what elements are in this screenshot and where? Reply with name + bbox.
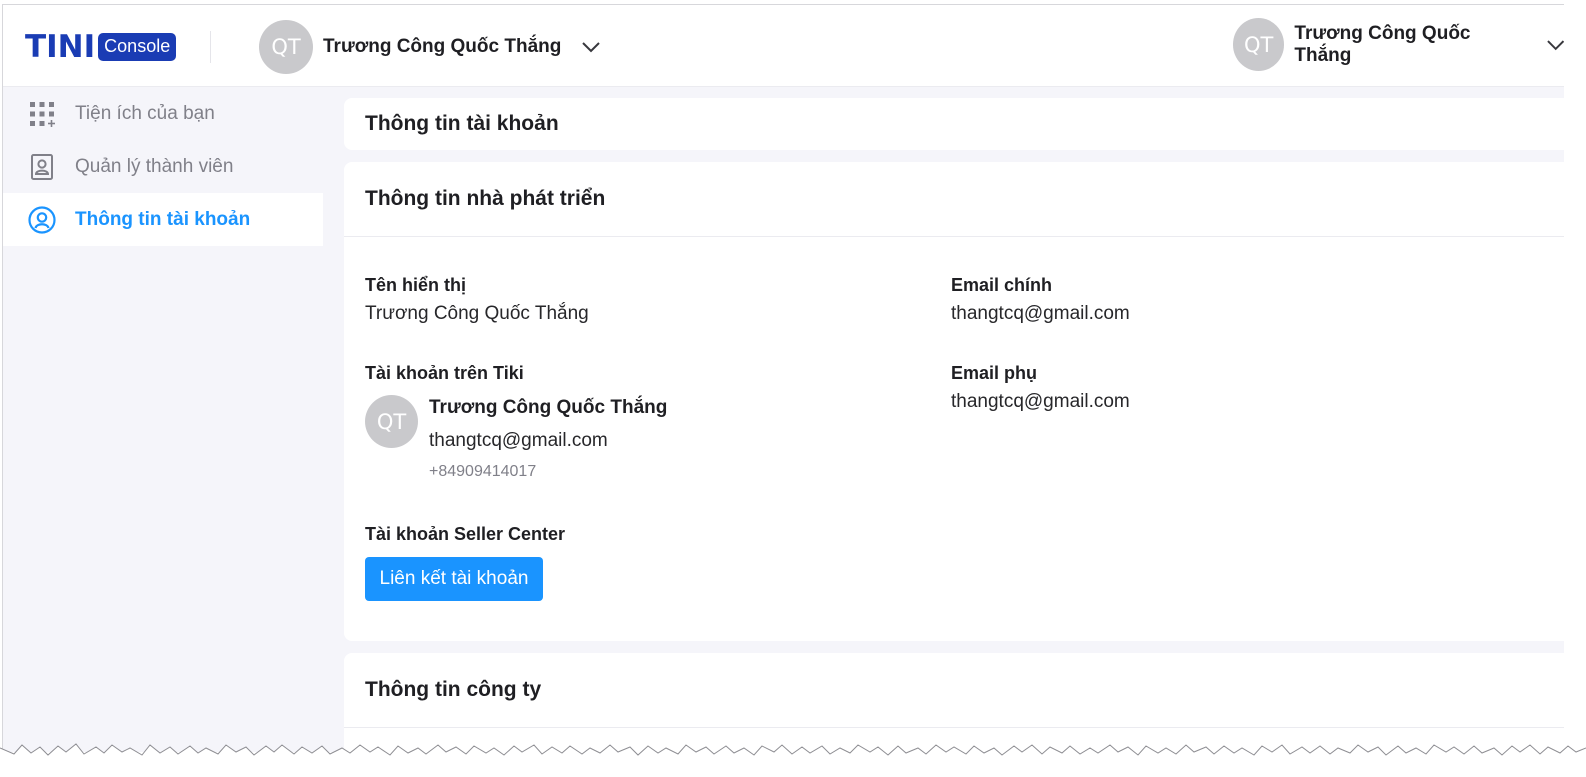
sidebar-item-account-info[interactable]: Thông tin tài khoản (3, 193, 323, 246)
sidebar-item-members[interactable]: Quản lý thành viên (3, 140, 323, 193)
section-divider (344, 727, 1564, 728)
display-name-label: Tên hiển thị (365, 275, 466, 295)
sidebar-item-label: Quản lý thành viên (75, 155, 234, 177)
organization-switcher[interactable]: QT Trương Công Quốc Thắng (259, 20, 601, 74)
torn-edge (0, 743, 1586, 777)
header-divider (210, 31, 211, 63)
chevron-down-icon (1546, 39, 1564, 50)
seller-center-label: Tài khoản Seller Center (365, 524, 566, 544)
logo-tini-text: TINI (25, 29, 96, 65)
developer-info-card: Thông tin nhà phát triển Tên hiển thị Tr… (344, 162, 1564, 641)
org-avatar: QT (259, 20, 313, 74)
chevron-down-icon (582, 42, 601, 53)
org-name: Trương Công Quốc Thắng (323, 36, 562, 57)
primary-email-label: Email chính (951, 275, 1053, 295)
display-name-value: Trương Công Quốc Thắng (365, 303, 589, 324)
link-account-button[interactable]: Liên kết tài khoản (365, 557, 543, 601)
member-badge-icon (27, 152, 57, 182)
secondary-email-label: Email phụ (951, 363, 1038, 383)
tiki-account-label: Tài khoản trên Tiki (365, 363, 524, 383)
sidebar-item-utilities[interactable]: Tiện ích của bạn (3, 87, 323, 140)
tiki-account-phone: +84909414017 (429, 463, 537, 480)
tiki-account-email: thangtcq@gmail.com (429, 430, 608, 451)
sidebar-item-label: Thông tin tài khoản (75, 208, 251, 230)
grid-apps-icon (27, 99, 57, 129)
app-window: TINI Console QT Trương Công Quốc Thắng Q… (2, 4, 1564, 752)
tini-console-logo[interactable]: TINI Console (25, 29, 177, 65)
user-menu[interactable]: QT Trương Công Quốc Thắng (1233, 18, 1564, 71)
section-divider (344, 236, 1564, 237)
account-circle-icon (27, 205, 57, 235)
sidebar-item-label: Tiện ích của bạn (75, 102, 215, 124)
tiki-account-name: Trương Công Quốc Thắng (429, 397, 668, 418)
user-name: Trương Công Quốc Thắng (1294, 22, 1471, 66)
developer-info-title: Thông tin nhà phát triển (365, 187, 606, 210)
logo-console-badge: Console (98, 33, 177, 61)
user-avatar: QT (1233, 18, 1285, 71)
page-title-card: Thông tin tài khoản (344, 98, 1564, 150)
company-info-title: Thông tin công ty (365, 678, 542, 701)
top-header: TINI Console QT Trương Công Quốc Thắng Q… (3, 5, 1564, 87)
tiki-account-avatar: QT (365, 395, 418, 448)
secondary-email-value: thangtcq@gmail.com (951, 391, 1130, 412)
page-title: Thông tin tài khoản (365, 112, 559, 135)
primary-email-value: thangtcq@gmail.com (951, 303, 1130, 324)
sidebar: Tiện ích của bạn Quản lý thành viên Thôn… (3, 87, 323, 752)
